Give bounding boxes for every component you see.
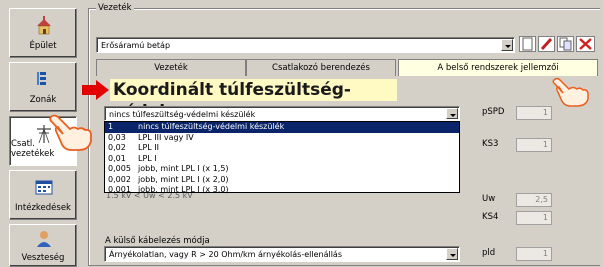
- zones-icon: [37, 72, 46, 85]
- pointing-hand-icon: [49, 114, 92, 151]
- pencil-icon: [540, 37, 553, 51]
- pspd-label: pSPD: [482, 107, 505, 117]
- edit-button[interactable]: [538, 36, 555, 52]
- dropdown-option[interactable]: 0,03 LPL III vagy IV: [105, 133, 459, 144]
- line-select-value: Erősáramú betáp: [101, 41, 171, 50]
- new-document-icon: [522, 37, 533, 51]
- external-cabling-select[interactable]: Árnyékolatlan, vagy R > 20 Ohm/km árnyék…: [104, 246, 460, 262]
- ks4-label: KS4: [482, 212, 499, 222]
- nav-item-veszteseg[interactable]: Veszteség: [9, 224, 77, 267]
- copy-icon: [559, 37, 572, 51]
- nav-item-epulet[interactable]: Épület: [9, 8, 77, 58]
- dropdown-option[interactable]: 1 nincs túlfeszültség-védelmi készülék: [105, 122, 459, 133]
- uw-value[interactable]: 2,5: [516, 193, 552, 207]
- nav-item-label: Veszteség: [21, 253, 65, 263]
- callout-banner: Koordinált túlfeszültség-védelem: [110, 79, 397, 122]
- pld-label: pld: [482, 248, 496, 258]
- chevron-down-icon[interactable]: [446, 108, 458, 119]
- loss-icon: [37, 231, 51, 247]
- new-button[interactable]: [519, 36, 536, 52]
- delete-button[interactable]: [576, 36, 595, 52]
- measures-icon: [35, 180, 53, 195]
- nav-item-zonak[interactable]: Zonák: [9, 62, 77, 112]
- ks4-value[interactable]: 1: [516, 211, 552, 225]
- external-cabling-value: Árnyékolatlan, vagy R > 20 Ohm/km árnyék…: [109, 250, 342, 259]
- spd-select-value: nincs túlfeszültség-védelmi készülék: [109, 110, 256, 119]
- spd-select[interactable]: nincs túlfeszültség-védelmi készülék: [104, 106, 460, 121]
- group-title: Vezeték: [96, 3, 134, 13]
- dropdown-option[interactable]: 0,002 jobb, mint LPL I (x 2,0): [105, 175, 459, 186]
- tab-belso-rendszerek[interactable]: A belső rendszerek jellemzői: [398, 59, 598, 76]
- pspd-value[interactable]: 1: [516, 106, 552, 120]
- dropdown-option[interactable]: 0,001 jobb, mint LPL I (x 3,0): [105, 185, 459, 196]
- chevron-down-icon[interactable]: [501, 39, 513, 51]
- tab-vezetek[interactable]: Vezeték: [96, 59, 246, 76]
- tab-csatlakozo-berendezes[interactable]: Csatlakozó berendezés: [246, 59, 396, 76]
- delete-icon: [579, 38, 592, 50]
- dropdown-option[interactable]: 0,02 LPL II: [105, 143, 459, 154]
- nav-item-label: Épület: [29, 41, 57, 51]
- nav-item-intezkedesek[interactable]: Intézkedések: [9, 170, 77, 220]
- red-arrow-icon: [82, 80, 109, 100]
- ks3-value[interactable]: 1: [516, 138, 552, 152]
- ks3-label: KS3: [482, 139, 499, 149]
- line-select[interactable]: Erősáramú betáp: [96, 37, 515, 53]
- building-icon: [37, 16, 51, 35]
- external-cabling-label: A külső kábelezés módja: [105, 236, 210, 246]
- dropdown-option[interactable]: 0,005 jobb, mint LPL I (x 1,5): [105, 164, 459, 175]
- nav-item-label: Zonák: [29, 95, 57, 105]
- dropdown-option[interactable]: 0,01 LPL I: [105, 154, 459, 165]
- uw-label: Uw: [482, 194, 496, 204]
- spd-dropdown-list: 1 nincs túlfeszültség-védelmi készülék 0,…: [104, 121, 460, 196]
- pld-value[interactable]: 1: [516, 247, 552, 261]
- chevron-down-icon[interactable]: [446, 248, 458, 260]
- pointing-hand-icon: [552, 77, 589, 107]
- copy-button[interactable]: [557, 36, 574, 52]
- nav-item-label: Intézkedések: [15, 203, 71, 213]
